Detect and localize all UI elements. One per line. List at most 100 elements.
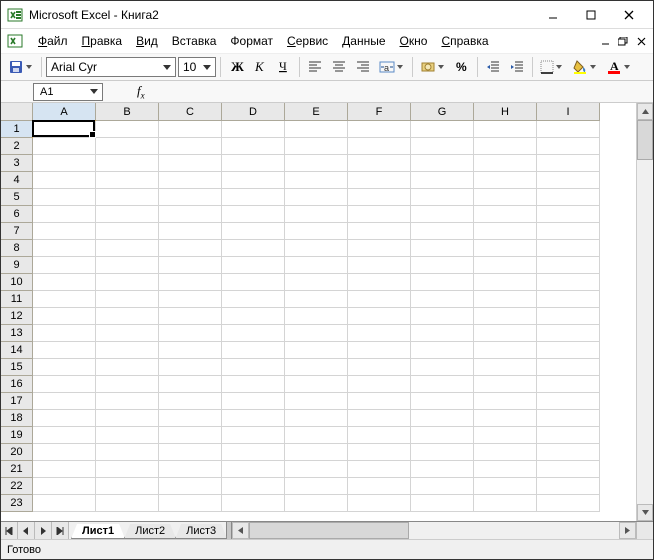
cell-C23[interactable] [159, 495, 222, 512]
cell-F14[interactable] [348, 342, 411, 359]
menu-window[interactable]: Окно [393, 32, 435, 50]
maximize-button[interactable] [573, 4, 609, 26]
cell-G14[interactable] [411, 342, 474, 359]
column-header-H[interactable]: H [474, 103, 537, 121]
menu-tools[interactable]: Сервис [280, 32, 335, 50]
cell-F15[interactable] [348, 359, 411, 376]
cell-B5[interactable] [96, 189, 159, 206]
cell-G11[interactable] [411, 291, 474, 308]
cell-C5[interactable] [159, 189, 222, 206]
cell-G12[interactable] [411, 308, 474, 325]
column-header-C[interactable]: C [159, 103, 222, 121]
cell-F21[interactable] [348, 461, 411, 478]
cell-D23[interactable] [222, 495, 285, 512]
cell-G8[interactable] [411, 240, 474, 257]
row-header-9[interactable]: 9 [1, 257, 33, 274]
cell-F3[interactable] [348, 155, 411, 172]
cell-E2[interactable] [285, 138, 348, 155]
cell-E20[interactable] [285, 444, 348, 461]
tab-first-button[interactable] [1, 522, 18, 539]
cell-B11[interactable] [96, 291, 159, 308]
sheet-tab-1[interactable]: Лист1 [71, 524, 125, 539]
cell-I13[interactable] [537, 325, 600, 342]
cell-G9[interactable] [411, 257, 474, 274]
menu-help[interactable]: Справка [434, 32, 495, 50]
cell-H10[interactable] [474, 274, 537, 291]
row-header-19[interactable]: 19 [1, 427, 33, 444]
row-header-2[interactable]: 2 [1, 138, 33, 155]
cell-D21[interactable] [222, 461, 285, 478]
cell-E9[interactable] [285, 257, 348, 274]
cell-C16[interactable] [159, 376, 222, 393]
cell-C17[interactable] [159, 393, 222, 410]
cell-I11[interactable] [537, 291, 600, 308]
vscroll-thumb[interactable] [637, 120, 653, 160]
cell-G2[interactable] [411, 138, 474, 155]
cell-C2[interactable] [159, 138, 222, 155]
chevron-down-icon[interactable] [588, 65, 598, 69]
cell-H21[interactable] [474, 461, 537, 478]
cell-E17[interactable] [285, 393, 348, 410]
cell-D14[interactable] [222, 342, 285, 359]
column-header-D[interactable]: D [222, 103, 285, 121]
chevron-down-icon[interactable] [436, 65, 446, 69]
vscroll-track[interactable] [637, 120, 653, 504]
cell-D5[interactable] [222, 189, 285, 206]
cell-C4[interactable] [159, 172, 222, 189]
cell-I6[interactable] [537, 206, 600, 223]
tab-next-button[interactable] [35, 522, 52, 539]
sheet-tab-2[interactable]: Лист2 [124, 524, 176, 539]
fill-color-button[interactable] [569, 56, 601, 78]
minimize-button[interactable] [535, 4, 571, 26]
align-left-button[interactable] [304, 56, 326, 78]
cell-A17[interactable] [33, 393, 96, 410]
cell-C9[interactable] [159, 257, 222, 274]
cell-F10[interactable] [348, 274, 411, 291]
row-header-15[interactable]: 15 [1, 359, 33, 376]
cell-G20[interactable] [411, 444, 474, 461]
menu-edit[interactable]: Правка [75, 32, 130, 50]
cell-A10[interactable] [33, 274, 96, 291]
cell-B18[interactable] [96, 410, 159, 427]
cell-D7[interactable] [222, 223, 285, 240]
scroll-up-button[interactable] [637, 103, 653, 120]
cell-A20[interactable] [33, 444, 96, 461]
cell-C10[interactable] [159, 274, 222, 291]
cell-C13[interactable] [159, 325, 222, 342]
cell-D13[interactable] [222, 325, 285, 342]
cell-H12[interactable] [474, 308, 537, 325]
cell-A19[interactable] [33, 427, 96, 444]
cell-D22[interactable] [222, 478, 285, 495]
cell-H3[interactable] [474, 155, 537, 172]
cell-B9[interactable] [96, 257, 159, 274]
formula-bar[interactable] [149, 83, 649, 101]
percent-button[interactable]: % [451, 56, 473, 78]
row-header-6[interactable]: 6 [1, 206, 33, 223]
cell-I19[interactable] [537, 427, 600, 444]
row-header-5[interactable]: 5 [1, 189, 33, 206]
cell-F4[interactable] [348, 172, 411, 189]
menu-view[interactable]: Вид [129, 32, 165, 50]
close-button[interactable] [611, 4, 647, 26]
cell-C8[interactable] [159, 240, 222, 257]
row-header-23[interactable]: 23 [1, 495, 33, 512]
cell-H15[interactable] [474, 359, 537, 376]
cell-H20[interactable] [474, 444, 537, 461]
cell-E10[interactable] [285, 274, 348, 291]
cell-C7[interactable] [159, 223, 222, 240]
row-header-11[interactable]: 11 [1, 291, 33, 308]
tab-prev-button[interactable] [18, 522, 35, 539]
row-header-3[interactable]: 3 [1, 155, 33, 172]
row-header-4[interactable]: 4 [1, 172, 33, 189]
cell-A15[interactable] [33, 359, 96, 376]
cell-C6[interactable] [159, 206, 222, 223]
cell-F22[interactable] [348, 478, 411, 495]
cell-H14[interactable] [474, 342, 537, 359]
cell-F12[interactable] [348, 308, 411, 325]
cell-B23[interactable] [96, 495, 159, 512]
cell-H22[interactable] [474, 478, 537, 495]
cell-E19[interactable] [285, 427, 348, 444]
cell-G6[interactable] [411, 206, 474, 223]
doc-minimize-button[interactable] [597, 34, 613, 48]
cell-F9[interactable] [348, 257, 411, 274]
